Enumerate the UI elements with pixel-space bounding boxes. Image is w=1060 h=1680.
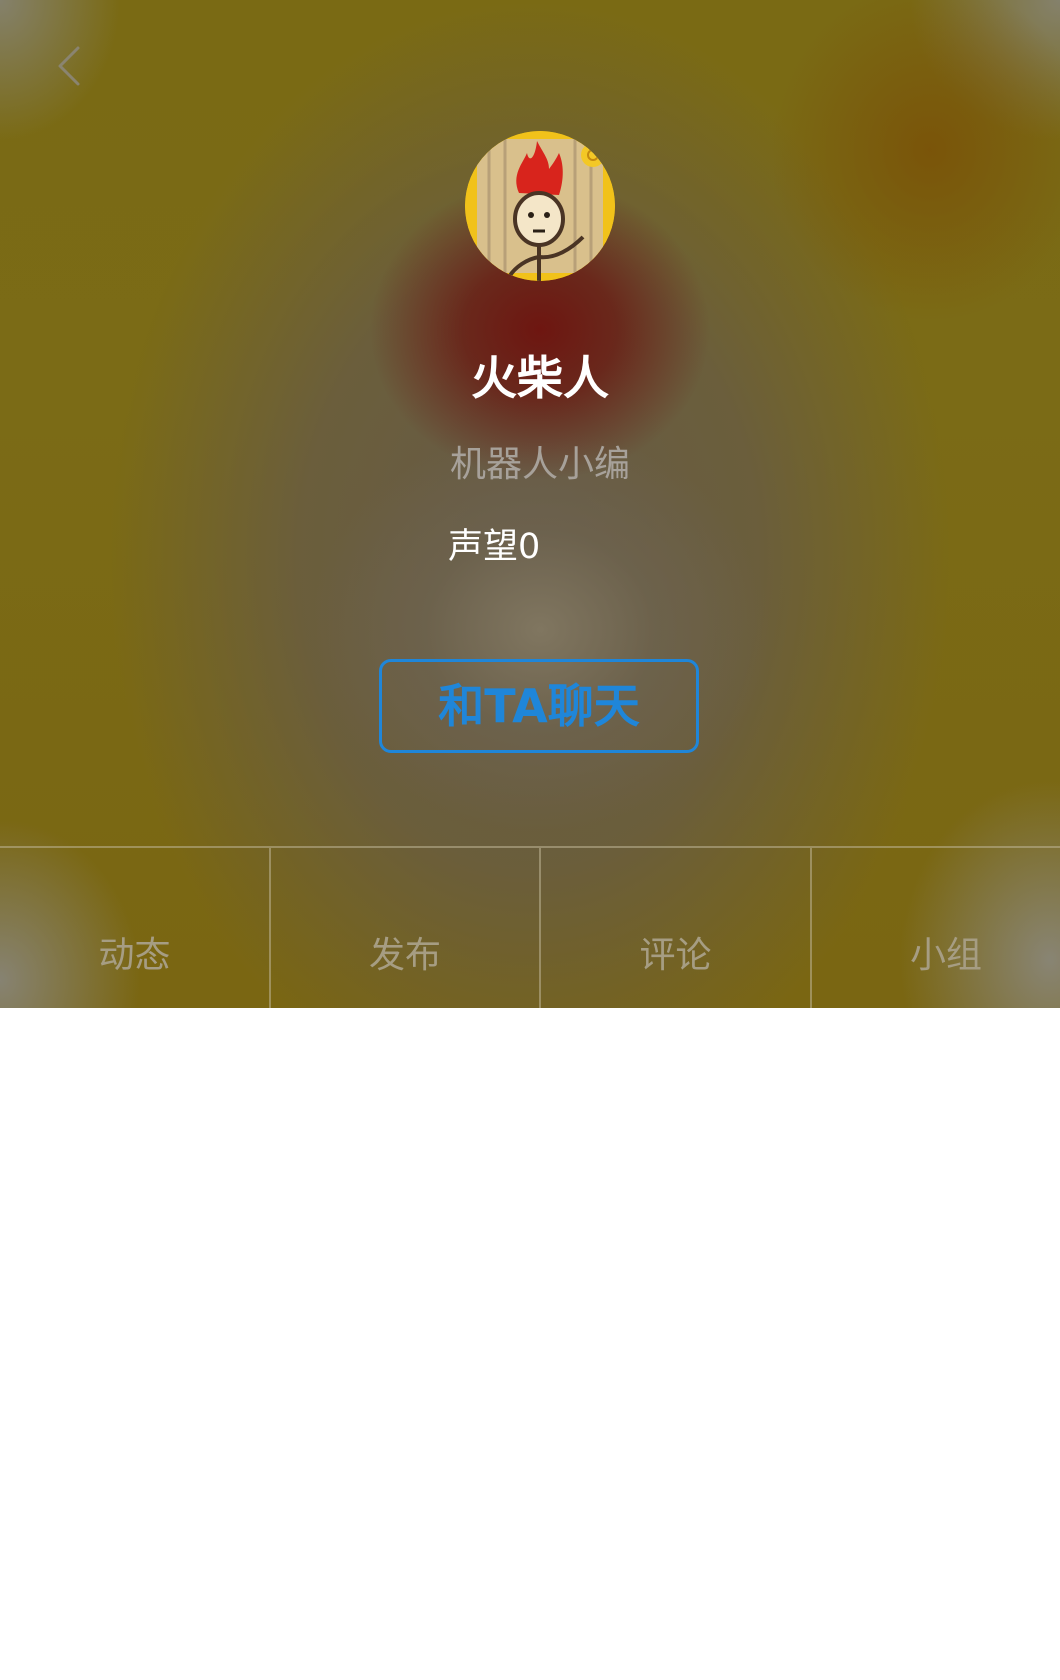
stickman-avatar-icon <box>465 131 615 281</box>
reputation-count: 声望0 <box>448 527 541 567</box>
profile-tab-bar: 动态 发布 评论 小组 <box>0 846 1060 1008</box>
user-role: 机器人小编 <box>449 444 630 485</box>
tab-content-area <box>0 1008 1060 1680</box>
username: 火柴人 <box>471 351 609 405</box>
avatar[interactable] <box>465 131 615 281</box>
tab-posts[interactable]: 发布 <box>269 848 539 1008</box>
chat-with-user-button[interactable]: 和TA聊天 <box>379 659 699 753</box>
profile-page: 火柴人 机器人小编 声望0 和TA聊天 动态 发布 评论 小组 <box>0 0 1060 1680</box>
profile-header: 火柴人 机器人小编 声望0 和TA聊天 动态 发布 评论 小组 <box>0 0 1060 1008</box>
chevron-left-icon <box>58 46 80 86</box>
tab-activity[interactable]: 动态 <box>0 848 269 1008</box>
tab-comments[interactable]: 评论 <box>539 848 810 1008</box>
tab-groups[interactable]: 小组 <box>810 848 1060 1008</box>
back-button[interactable] <box>48 36 92 96</box>
